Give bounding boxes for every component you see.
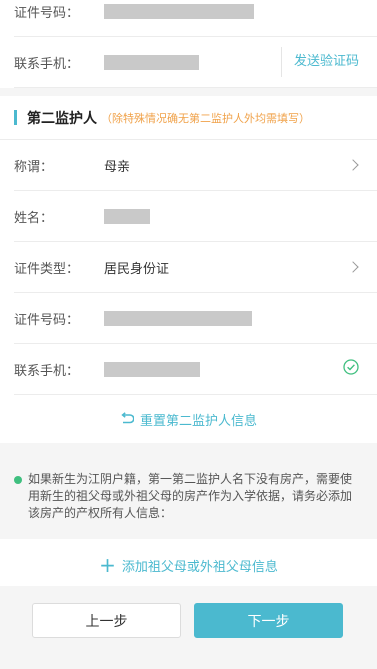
guardian2-id-type-value[interactable]: 居民身份证	[104, 258, 377, 277]
guardian2-section-hint: （除特殊情况确无第二监护人外均需填写）	[101, 111, 310, 125]
guardian1-id-row[interactable]: 证件号码：	[14, 0, 377, 37]
reset-icon	[121, 412, 134, 424]
redacted-id-mask	[104, 3, 254, 19]
bullet-dot-icon	[14, 476, 22, 484]
reset-guardian2-button[interactable]: 重置第二监护人信息	[0, 395, 377, 443]
send-code-button[interactable]: 发送验证码	[280, 47, 359, 77]
guardian2-name-label: 姓名：	[14, 210, 54, 226]
section-gap	[0, 88, 377, 96]
guardian1-id-label: 证件号码：	[14, 5, 80, 21]
guardian2-relation-row[interactable]: 称谓： 母亲	[14, 140, 377, 191]
guardian2-name-row[interactable]: 姓名：	[14, 191, 377, 242]
guardian2-relation-value[interactable]: 母亲	[104, 156, 377, 175]
guardian2-section-title: 第二监护人	[27, 110, 97, 127]
redacted-phone-mask	[104, 361, 200, 377]
section-accent-bar	[14, 110, 17, 125]
guardian1-id-value[interactable]	[104, 3, 377, 19]
guardian1-phone-label: 联系手机：	[14, 56, 80, 72]
redacted-phone-mask	[104, 54, 199, 70]
guardian2-phone-value[interactable]	[104, 361, 377, 377]
guardian1-card: 证件号码： 联系手机： 发送验证码	[0, 0, 377, 88]
property-notice: 如果新生为江阴户籍，第一第二监护人名下没有房产，需要使用新生的祖父母或外祖父母的…	[0, 443, 377, 539]
guardian2-id-label: 证件号码：	[14, 312, 80, 328]
check-circle-icon	[343, 359, 359, 379]
guardian2-id-type-label: 证件类型：	[14, 261, 80, 277]
next-step-button[interactable]: 下一步	[194, 603, 343, 638]
add-grandparent-button[interactable]: + 添加祖父母或外祖父母信息	[0, 539, 377, 591]
redacted-name-mask	[104, 208, 150, 224]
add-grandparent-label: 添加祖父母或外祖父母信息	[121, 559, 278, 575]
guardian2-phone-row[interactable]: 联系手机：	[14, 344, 377, 395]
redacted-id-mask	[104, 310, 252, 326]
guardian1-phone-row[interactable]: 联系手机： 发送验证码	[14, 37, 377, 88]
plus-icon: +	[99, 553, 116, 577]
guardian2-phone-label: 联系手机：	[14, 363, 80, 379]
reset-guardian2-label: 重置第二监护人信息	[139, 413, 257, 429]
guardian2-relation-label: 称谓：	[14, 159, 54, 175]
guardian2-card: 第二监护人 （除特殊情况确无第二监护人外均需填写） 称谓： 母亲 姓名： 证件类…	[0, 96, 377, 443]
guardian2-name-value[interactable]	[104, 208, 377, 224]
guardian2-id-row[interactable]: 证件号码：	[14, 293, 377, 344]
guardian2-id-type-row[interactable]: 证件类型： 居民身份证	[14, 242, 377, 293]
property-notice-text: 如果新生为江阴户籍，第一第二监护人名下没有房产，需要使用新生的祖父母或外祖父母的…	[28, 472, 353, 520]
prev-step-button[interactable]: 上一步	[32, 603, 181, 638]
guardian2-section-header: 第二监护人 （除特殊情况确无第二监护人外均需填写）	[0, 96, 377, 140]
guardian2-id-value[interactable]	[104, 310, 377, 326]
footer-bar: 上一步 下一步	[0, 586, 377, 655]
